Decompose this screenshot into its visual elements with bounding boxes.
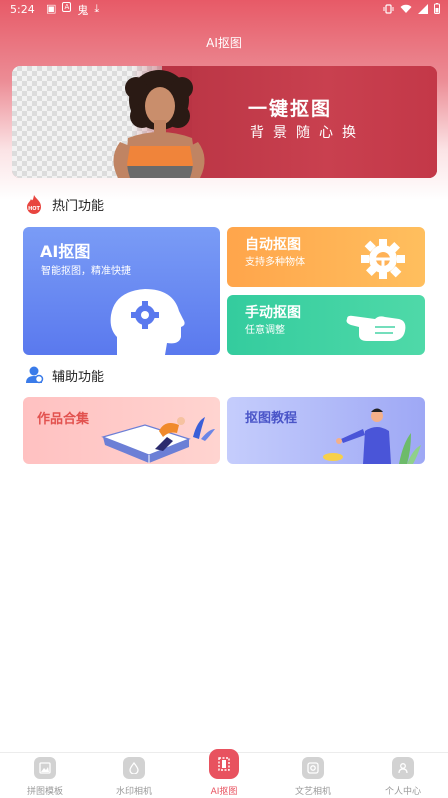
notification-icons: ▣ A 鬼 ⤓ <box>46 2 99 18</box>
status-bar: 5:24 ▣ A 鬼 ⤓ <box>0 0 448 20</box>
brain-gear-head-icon <box>110 289 185 355</box>
wifi-icon <box>400 4 412 13</box>
ai-cutout-card[interactable]: AI抠图 智能抠图，精准快捷 <box>23 227 220 355</box>
section-aux-label: 辅助功能 <box>52 369 105 385</box>
promo-banner[interactable]: 一键抠图 背景随心换 <box>12 66 437 178</box>
open-book-illustration <box>101 417 215 463</box>
section-hot-header: HOT 热门功能 <box>24 194 104 214</box>
cutout-icon <box>209 749 239 779</box>
battery-icon <box>434 3 440 14</box>
tab-label: 拼图模板 <box>26 787 63 797</box>
signal-icon <box>418 3 428 14</box>
banner-subtitle: 背景随心换 <box>250 125 365 141</box>
system-icons <box>383 3 440 14</box>
hot-icon-text: HOT <box>28 206 40 212</box>
tab-label: 水印相机 <box>115 787 152 797</box>
manual-cutout-subtitle: 任意调整 <box>245 325 285 336</box>
tab-ai-cutout[interactable]: AI抠图 <box>179 749 269 798</box>
presenter-man-illustration <box>323 408 421 464</box>
status-time: 5:24 <box>10 3 35 16</box>
tab-art-camera[interactable]: 文艺相机 <box>268 753 358 798</box>
ai-cutout-title: AI抠图 <box>40 242 91 261</box>
auto-cutout-card[interactable]: 自动抠图 支持多种物体 <box>227 227 425 287</box>
pointing-hand-icon <box>346 315 406 341</box>
model-woman-illustration <box>113 70 205 178</box>
section-aux-header: 辅助功能 <box>24 365 104 385</box>
works-collection-card[interactable]: 作品合集 <box>23 397 220 464</box>
bottom-tab-bar: 拼图模板 水印相机 AI抠图 文艺相机 个人中心 <box>0 749 448 798</box>
auto-cutout-subtitle: 支持多种物体 <box>245 257 305 268</box>
banner-title: 一键抠图 <box>248 98 333 120</box>
gallery-notification-icon: ▣ <box>46 2 57 15</box>
cutout-tutorial-title: 抠图教程 <box>245 411 298 426</box>
download-icon: ⤓ <box>94 2 100 15</box>
cutout-tutorial-card[interactable]: 抠图教程 <box>227 397 425 464</box>
gear-icon <box>361 239 405 279</box>
drop-icon <box>123 757 145 779</box>
tab-profile[interactable]: 个人中心 <box>358 753 448 798</box>
camera-icon <box>302 757 324 779</box>
auto-cutout-title: 自动抠图 <box>245 237 301 253</box>
page-title: AI抠图 <box>206 36 242 50</box>
manual-cutout-title: 手动抠图 <box>245 305 301 321</box>
tab-watermark-camera[interactable]: 水印相机 <box>89 753 179 798</box>
works-collection-title: 作品合集 <box>37 412 90 427</box>
image-icon <box>34 757 56 779</box>
tab-label: 个人中心 <box>384 787 421 797</box>
vibrate-icon <box>383 3 394 14</box>
person-icon <box>392 757 414 779</box>
tab-puzzle-template[interactable]: 拼图模板 <box>0 753 90 798</box>
tab-label: AI抠图 <box>210 787 238 797</box>
fire-hot-icon: HOT <box>27 195 41 214</box>
a-notification-icon: A <box>62 2 72 12</box>
app-notification-icon: 鬼 <box>77 4 89 17</box>
assist-user-icon <box>26 366 44 384</box>
tab-label: 文艺相机 <box>294 787 331 797</box>
section-hot-label: 热门功能 <box>52 198 105 214</box>
manual-cutout-card[interactable]: 手动抠图 任意调整 <box>227 295 425 355</box>
ai-cutout-subtitle: 智能抠图，精准快捷 <box>41 266 131 277</box>
